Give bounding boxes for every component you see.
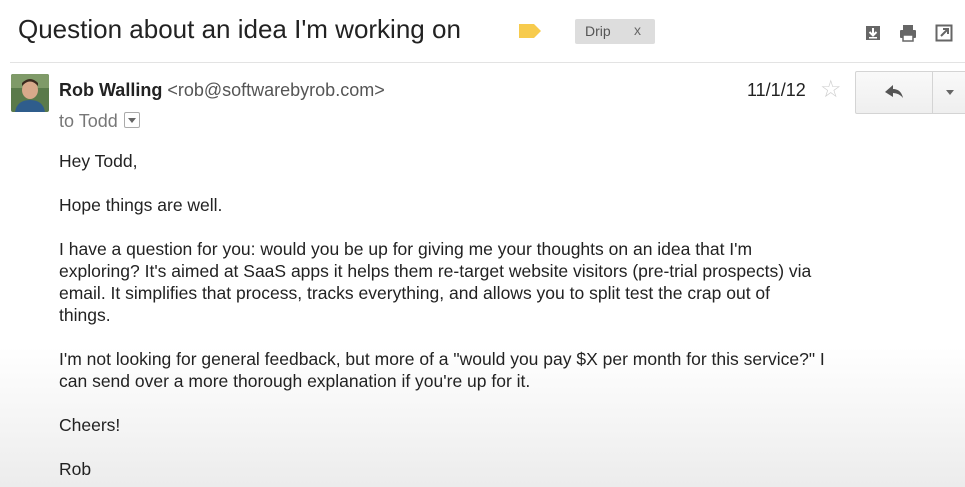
recipient-line: to Todd	[59, 111, 140, 132]
body-line: I have a question for you: would you be …	[59, 239, 753, 259]
sender-line: Rob Walling <rob@softwarebyrob.com>	[59, 80, 385, 101]
sender-name[interactable]: Rob Walling	[59, 80, 162, 100]
reply-button-group	[855, 71, 965, 114]
label-chip: Drip x	[575, 19, 655, 44]
body-line: things.	[59, 305, 111, 325]
remove-label-button[interactable]: x	[634, 22, 641, 38]
body-line: I'm not looking for general feedback, bu…	[59, 349, 825, 369]
new-window-icon[interactable]	[935, 24, 953, 42]
reply-button[interactable]	[856, 72, 932, 113]
body-line: exploring? It's aimed at SaaS apps it he…	[59, 261, 812, 281]
subject-row: Question about an idea I'm working on Dr…	[0, 0, 965, 62]
message-body: Hey Todd, Hope things are well. I have a…	[59, 150, 959, 480]
label-tag-icon[interactable]	[519, 24, 541, 38]
body-line: email. It simplifies that process, track…	[59, 283, 771, 303]
sender-email: <rob@softwarebyrob.com>	[167, 80, 385, 100]
body-line: can send over a more thorough explanatio…	[59, 371, 531, 391]
show-details-button[interactable]	[123, 112, 140, 129]
download-icon[interactable]	[864, 24, 882, 42]
header-divider	[10, 62, 965, 63]
sender-avatar[interactable]	[11, 74, 49, 112]
email-subject: Question about an idea I'm working on	[18, 14, 461, 44]
body-signoff: Cheers!	[59, 415, 121, 435]
label-chip-text: Drip	[585, 23, 611, 39]
body-paragraph: Hope things are well.	[59, 195, 223, 215]
recipient-text: to Todd	[59, 111, 118, 131]
reply-icon	[885, 85, 903, 98]
print-icon[interactable]	[899, 24, 917, 42]
message-date: 11/1/12	[747, 80, 806, 100]
body-signature: Rob	[59, 459, 92, 479]
body-greeting: Hey Todd,	[59, 151, 138, 171]
more-actions-button[interactable]	[933, 72, 965, 113]
star-icon[interactable]: ☆	[820, 78, 842, 102]
